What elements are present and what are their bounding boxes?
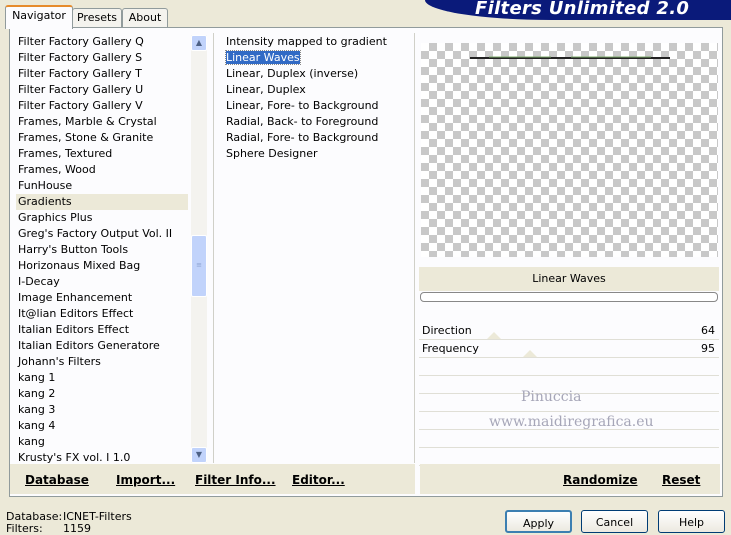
filter-item-label: Radial, Fore- to Background — [226, 131, 379, 144]
filter-item-label: Linear, Fore- to Background — [226, 99, 379, 112]
divider — [414, 33, 415, 463]
filter-info-link[interactable]: Filter Info... — [195, 473, 276, 487]
filter-item-label: Linear, Duplex (inverse) — [226, 67, 359, 80]
category-item[interactable]: Johann's Filters — [16, 354, 188, 370]
param-empty — [419, 430, 719, 448]
filter-list: Intensity mapped to gradient Linear Waves… — [224, 34, 412, 162]
param-frequency[interactable]: Frequency 95 — [419, 340, 719, 358]
category-item[interactable]: Harry's Button Tools — [16, 242, 188, 258]
apply-button[interactable]: Apply — [505, 510, 572, 533]
category-item[interactable]: Filter Factory Gallery Q — [16, 34, 188, 50]
filter-item-label: Linear, Duplex — [226, 83, 306, 96]
randomize-link[interactable]: Randomize — [563, 473, 637, 487]
preview-canvas — [421, 43, 718, 257]
filter-item[interactable]: Linear, Duplex (inverse) — [224, 66, 412, 82]
category-item[interactable]: Frames, Marble & Crystal — [16, 114, 188, 130]
filter-item-label: Sphere Designer — [226, 147, 318, 160]
category-item[interactable]: Greg's Factory Output Vol. II — [16, 226, 188, 242]
category-item[interactable]: Filter Factory Gallery S — [16, 50, 188, 66]
cancel-button[interactable]: Cancel — [581, 510, 648, 533]
filters-value: 1159 — [63, 522, 91, 535]
category-item[interactable]: It@lian Editors Effect — [16, 306, 188, 322]
database-link[interactable]: Database — [25, 473, 89, 487]
category-item[interactable]: Horizonaus Mixed Bag — [16, 258, 188, 274]
category-scrollbar[interactable]: ▲ ≡ ▼ — [191, 35, 207, 463]
category-item[interactable]: I-Decay — [16, 274, 188, 290]
app-banner: Filters Unlimited 2.0 — [425, 0, 731, 20]
filter-item[interactable]: Linear, Duplex — [224, 82, 412, 98]
category-item[interactable]: kang — [16, 434, 188, 450]
category-item[interactable]: Italian Editors Effect — [16, 322, 188, 338]
filter-item-label: Intensity mapped to gradient — [226, 35, 387, 48]
frequency-slider-thumb[interactable] — [523, 350, 537, 357]
category-item[interactable]: Graphics Plus — [16, 210, 188, 226]
category-item[interactable]: kang 4 — [16, 418, 188, 434]
help-button[interactable]: Help — [658, 510, 725, 533]
category-item[interactable]: Frames, Stone & Granite — [16, 130, 188, 146]
left-action-bar: Database Import... Filter Info... Editor… — [10, 464, 415, 494]
filter-item-label: Linear Waves — [225, 50, 301, 65]
category-item[interactable]: kang 2 — [16, 386, 188, 402]
reset-link[interactable]: Reset — [662, 473, 700, 487]
param-direction[interactable]: Direction 64 — [419, 322, 719, 340]
filter-item[interactable]: Radial, Back- to Foreground — [224, 114, 412, 130]
tab-about[interactable]: About — [122, 8, 168, 27]
grip-icon: ≡ — [196, 261, 202, 269]
category-item[interactable]: kang 1 — [16, 370, 188, 386]
filter-title: Linear Waves — [419, 267, 719, 291]
parameter-panel: Linear Waves Direction 64 Frequency 95 — [419, 267, 719, 466]
param-label: Frequency — [422, 342, 479, 355]
filter-item-label: Radial, Back- to Foreground — [226, 115, 379, 128]
category-item[interactable]: Italian Editors Generatore — [16, 338, 188, 354]
category-item[interactable]: Image Enhancement — [16, 290, 188, 306]
category-item[interactable]: Filter Factory Gallery U — [16, 82, 188, 98]
filter-item[interactable]: Intensity mapped to gradient — [224, 34, 412, 50]
chevron-up-icon: ▲ — [195, 38, 203, 47]
divider — [213, 33, 214, 463]
editor-link[interactable]: Editor... — [292, 473, 345, 487]
banner-title: Filters Unlimited 2.0 — [475, 0, 690, 19]
filter-item[interactable]: Sphere Designer — [224, 146, 412, 162]
category-item[interactable]: Filter Factory Gallery V — [16, 98, 188, 114]
progress-bar — [420, 292, 718, 302]
tab-presets[interactable]: Presets — [72, 8, 122, 27]
scroll-down-button[interactable]: ▼ — [191, 447, 207, 463]
scroll-up-button[interactable]: ▲ — [191, 35, 207, 51]
category-item[interactable]: Frames, Textured — [16, 146, 188, 162]
param-value: 95 — [701, 342, 715, 355]
filters-label: Filters: — [6, 522, 43, 535]
category-item[interactable]: Filter Factory Gallery T — [16, 66, 188, 82]
right-action-bar: Randomize Reset — [420, 464, 720, 494]
import-link[interactable]: Import... — [116, 473, 175, 487]
watermark-url: www.maidiregrafica.eu — [489, 414, 654, 430]
chevron-down-icon: ▼ — [195, 450, 203, 459]
tab-navigator[interactable]: Navigator — [5, 5, 73, 29]
filter-item[interactable]: Radial, Fore- to Background — [224, 130, 412, 146]
category-list: Filter Factory Gallery Q Filter Factory G… — [16, 34, 188, 466]
category-item[interactable]: Gradients — [16, 194, 188, 210]
filter-item[interactable]: Linear Waves — [224, 50, 412, 66]
direction-slider-thumb[interactable] — [487, 332, 501, 339]
category-item[interactable]: Frames, Wood — [16, 162, 188, 178]
preview-image — [470, 56, 670, 59]
scroll-thumb[interactable]: ≡ — [191, 235, 207, 297]
param-value: 64 — [701, 324, 715, 337]
category-item[interactable]: kang 3 — [16, 402, 188, 418]
param-empty — [419, 358, 719, 376]
category-item[interactable]: FunHouse — [16, 178, 188, 194]
param-label: Direction — [422, 324, 472, 337]
watermark-name: Pinuccia — [521, 389, 582, 405]
filters-info: Filters: 1159 — [6, 522, 91, 535]
filter-item[interactable]: Linear, Fore- to Background — [224, 98, 412, 114]
